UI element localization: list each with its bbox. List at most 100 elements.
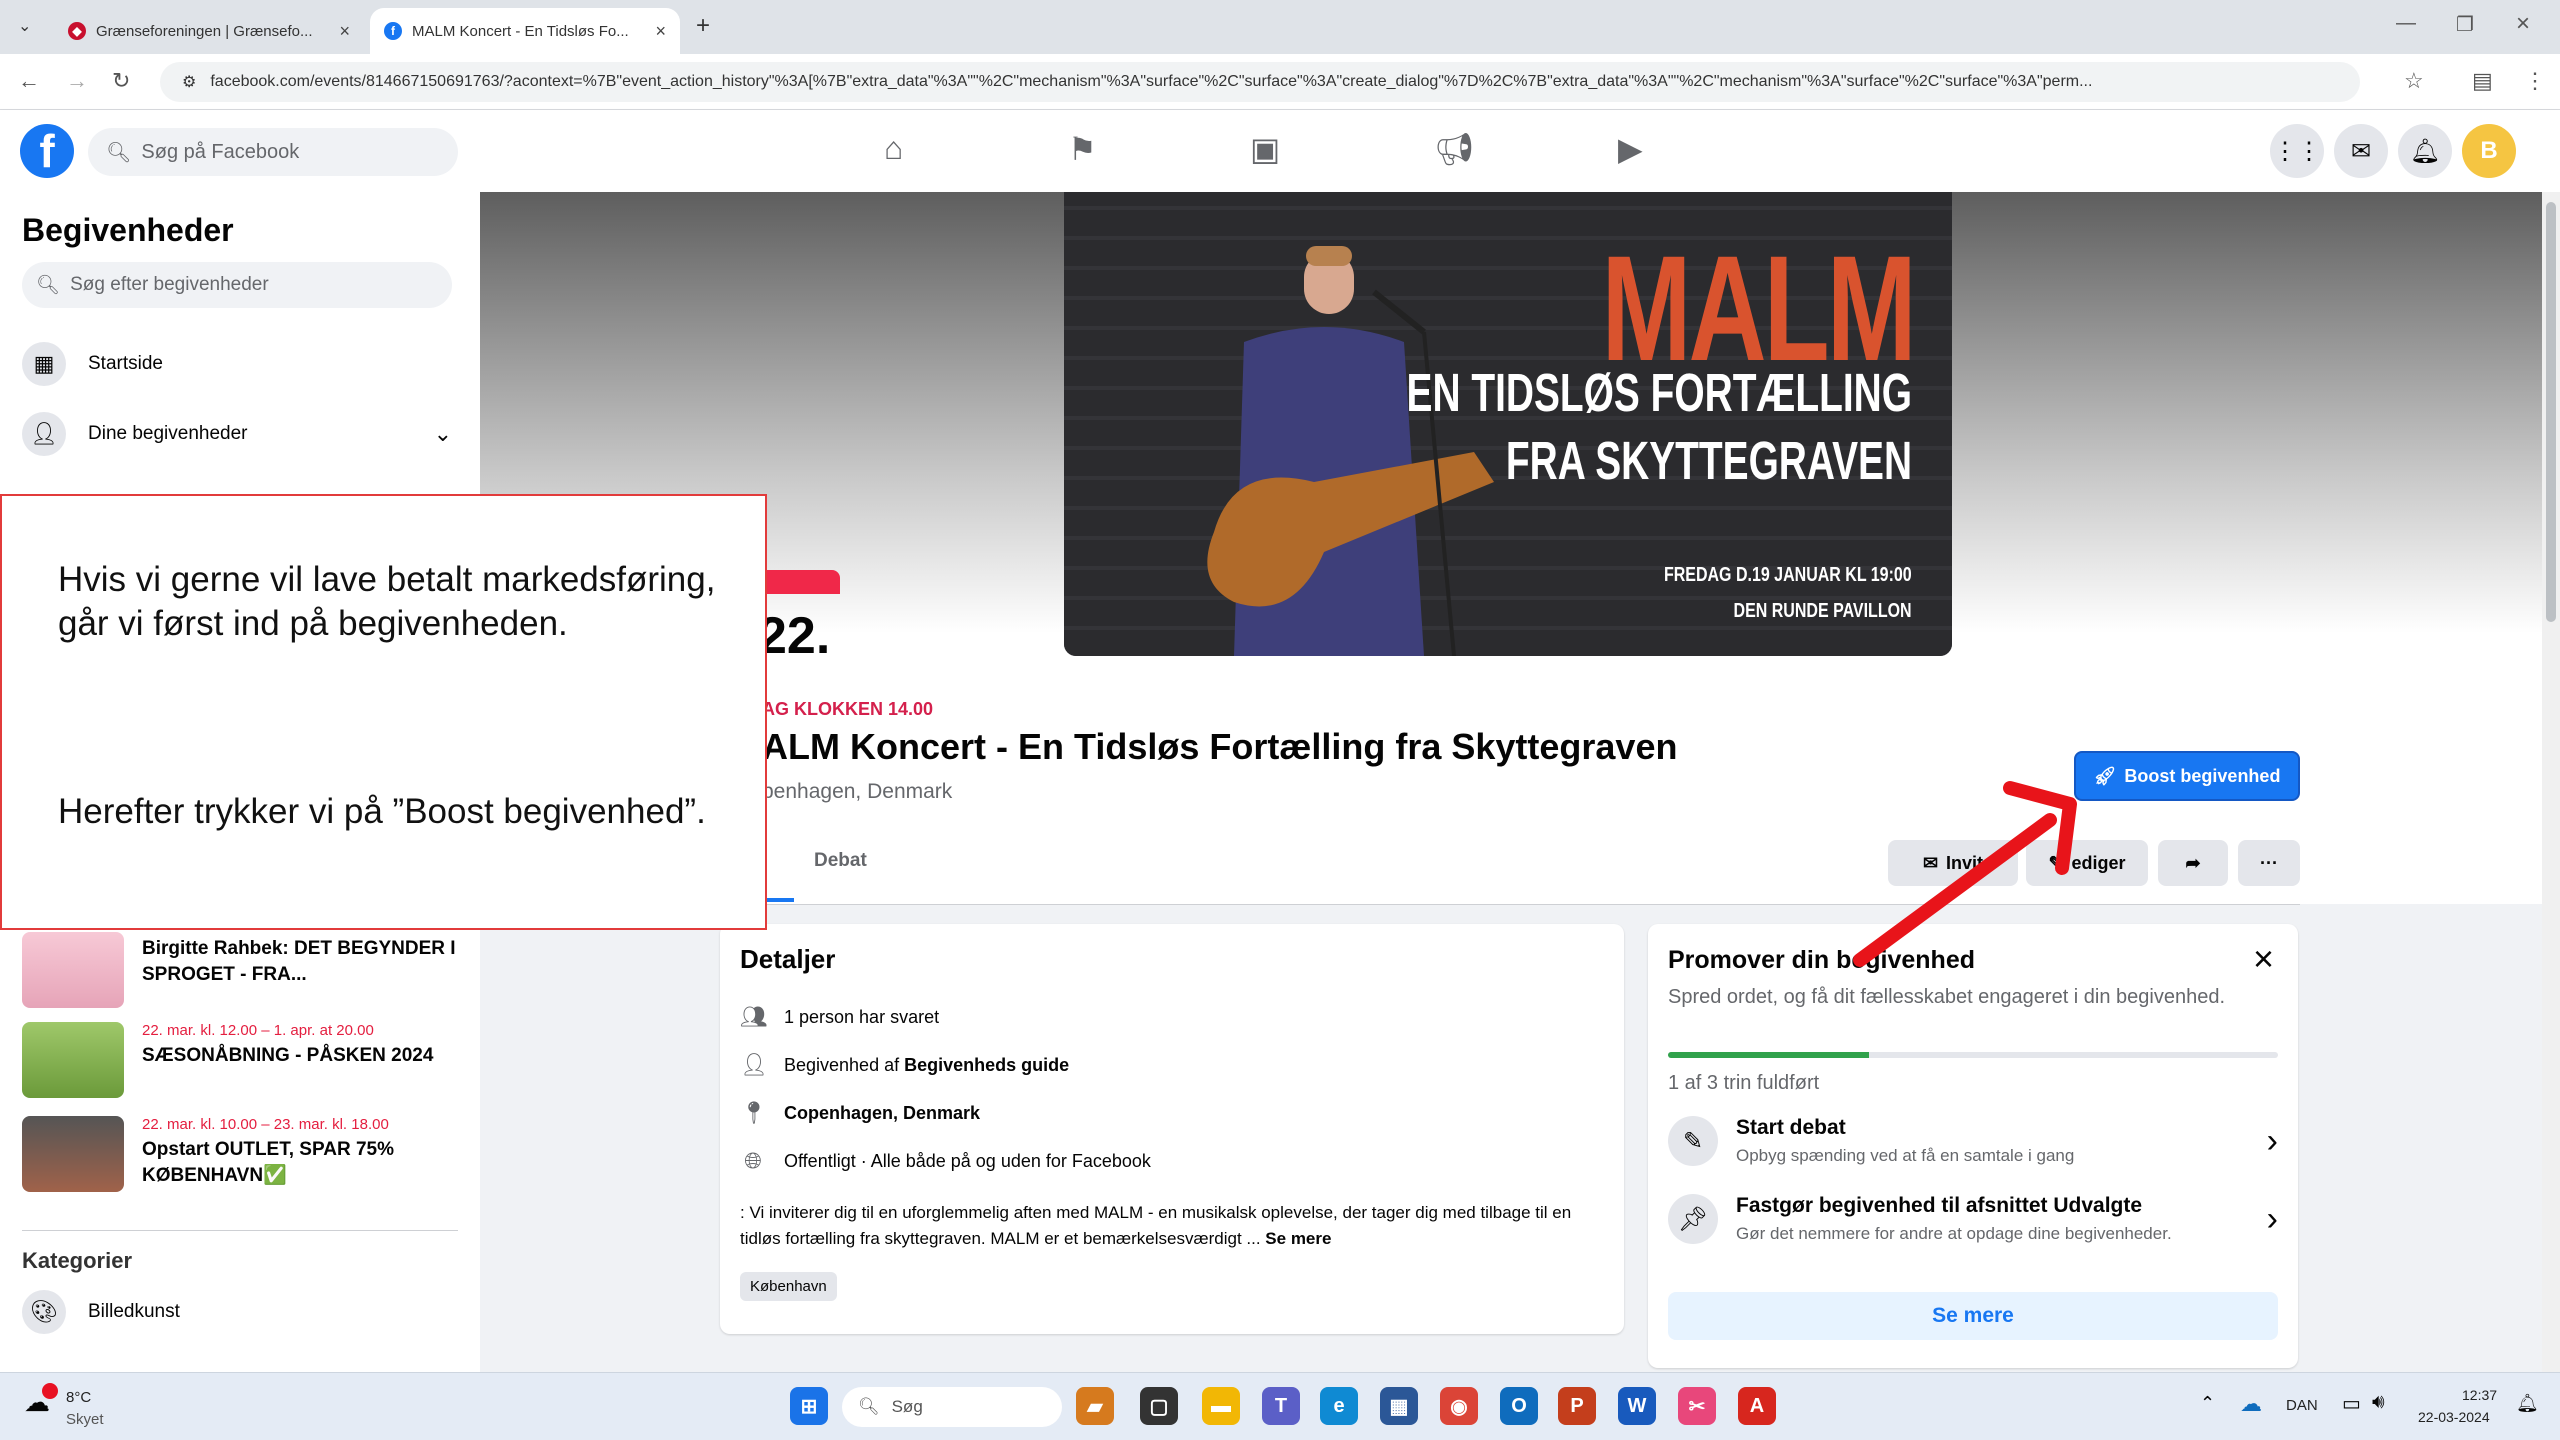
profile-avatar[interactable]: B [2462, 124, 2516, 178]
event-search-input[interactable]: 🔍︎ Søg efter begivenheder [22, 262, 452, 308]
weather-desc: Skyet [66, 1411, 104, 1428]
store-icon[interactable]: ▦ [1380, 1387, 1418, 1425]
cover-line-1: EN TIDSLØS FORTÆLLING [1406, 363, 1912, 423]
boost-label: Boost begivenhed [2124, 765, 2281, 786]
close-tab-icon[interactable]: × [339, 21, 350, 42]
notifications-bell-icon[interactable]: 🔔︎ [2398, 124, 2452, 178]
menu-grid-icon[interactable]: ⋮⋮ [2270, 124, 2324, 178]
windows-taskbar: ☁ 8°C Skyet ⊞ 🔍︎ Søg ▰ ▢ ▬ T e ▦ ◉ O P W… [0, 1372, 2560, 1440]
promote-card: Promover din begivenhed × Spred ordet, o… [1648, 924, 2298, 1368]
row-title: Start debat [1736, 1116, 1846, 1139]
task-view-icon[interactable]: ▢ [1140, 1387, 1178, 1425]
clock-date[interactable]: 22-03-2024 [2418, 1409, 2490, 1425]
acrobat-icon[interactable]: A [1738, 1387, 1776, 1425]
minimize-icon[interactable]: — [2396, 12, 2416, 35]
tray-chevron-up-icon[interactable]: ⌃ [2200, 1393, 2215, 1414]
location-link[interactable]: Copenhagen, Denmark [784, 1103, 980, 1124]
url-field[interactable]: ⚙ facebook.com/events/814667150691763/?a… [160, 62, 2360, 102]
sidebar-event-item[interactable]: 22. mar. kl. 12.00 – 1. apr. at 20.00 SÆ… [22, 1022, 462, 1098]
messenger-icon[interactable]: ✉ [2334, 124, 2388, 178]
windows-start-icon[interactable]: ⊞ [790, 1387, 828, 1425]
video-icon[interactable]: ▶ [1618, 130, 1643, 168]
event-title: ALM Koncert - En Tidsløs Fortælling fra … [762, 726, 1678, 767]
sidebar-event-item[interactable]: 22. mar. kl. 10.00 – 23. mar. kl. 18.00 … [22, 1116, 462, 1192]
address-bar: ← → ↻ ⚙ facebook.com/events/814667150691… [0, 54, 2560, 110]
forward-icon[interactable]: → [66, 68, 88, 94]
sidebar-category-billedkunst[interactable]: 🎨︎ Billedkunst [22, 1284, 180, 1340]
teams-icon[interactable]: T [1262, 1387, 1300, 1425]
file-explorer-icon[interactable]: ▬ [1202, 1387, 1240, 1425]
person-icon: 👤︎ [740, 1052, 768, 1077]
network-icon[interactable]: ▭ [2342, 1391, 2361, 1416]
promote-start-debat[interactable]: ✎ Start debat Opbyg spænding ved at få e… [1668, 1116, 2278, 1167]
tab-title: MALM Koncert - En Tidsløs Fo... [412, 22, 629, 40]
clock-time[interactable]: 12:37 [2462, 1387, 2497, 1403]
restore-icon[interactable]: ❐ [2456, 12, 2474, 37]
instruction-callout: Hvis vi gerne vil lave betalt markedsfør… [0, 494, 767, 930]
category-label: Billedkunst [88, 1301, 180, 1322]
date-badge-top [758, 570, 840, 594]
host-link[interactable]: Begivenheds guide [904, 1055, 1069, 1075]
detail-row-location: 📍︎ Copenhagen, Denmark [740, 1100, 980, 1126]
share-button[interactable]: ➦ [2158, 840, 2228, 886]
search-placeholder: Søg efter begivenheder [70, 274, 269, 295]
site-settings-icon[interactable]: ⚙ [182, 72, 196, 92]
browser-tab-1[interactable]: ◆ Grænseforeningen | Grænsefo... × [54, 8, 364, 54]
share-arrow-icon: ➦ [2185, 852, 2201, 873]
row-desc: Gør det nemmere for andre at opdage dine… [1736, 1224, 2172, 1243]
tab-search-icon[interactable]: ⌄ [18, 16, 31, 36]
taskbar-search[interactable]: 🔍︎ Søg [842, 1387, 1062, 1427]
pages-flag-icon[interactable]: ⚑ [1068, 130, 1097, 168]
chrome-icon[interactable]: ◉ [1440, 1387, 1478, 1425]
onedrive-icon[interactable]: ☁ [2240, 1391, 2262, 1417]
facebook-logo-icon[interactable]: f [20, 124, 74, 178]
ads-megaphone-icon[interactable]: 📢︎ [1434, 130, 1475, 168]
powerpoint-icon[interactable]: P [1558, 1387, 1596, 1425]
marketplace-icon[interactable]: ▣ [1250, 130, 1280, 168]
new-tab-icon[interactable]: + [696, 12, 710, 40]
event-description: : Vi inviterer dig til en uforglemmelig … [740, 1200, 1600, 1252]
sidebar-event-item[interactable]: Birgitte Rahbek: DET BEGYNDER I SPROGET … [22, 932, 462, 1008]
browser-menu-icon[interactable]: ⋮ [2524, 68, 2546, 94]
outlook-icon[interactable]: O [1500, 1387, 1538, 1425]
snipping-tool-icon[interactable]: ✂ [1678, 1387, 1716, 1425]
tab-debat[interactable]: Debat [814, 850, 867, 872]
url-text: facebook.com/events/814667150691763/?aco… [210, 73, 2093, 90]
widgets-icon[interactable]: ▰ [1076, 1387, 1114, 1425]
extensions-icon[interactable]: ▤ [2472, 68, 2493, 94]
close-tab-icon[interactable]: × [655, 21, 666, 42]
edge-icon[interactable]: e [1320, 1387, 1358, 1425]
see-more-link[interactable]: Se mere [1265, 1229, 1331, 1248]
sidebar-item-dine-begivenheder[interactable]: 👤︎ Dine begivenheder ⌄ [22, 406, 452, 462]
facebook-favicon: f [384, 22, 402, 40]
chevron-right-icon: › [2266, 1200, 2278, 1238]
promote-pin-event[interactable]: 📌︎ Fastgør begivenhed til afsnittet Udva… [1668, 1194, 2278, 1245]
reload-icon[interactable]: ↻ [112, 68, 130, 94]
search-icon: 🔍︎ [858, 1397, 880, 1416]
scrollbar-thumb[interactable] [2546, 202, 2556, 622]
volume-icon[interactable]: 🔊︎ [2372, 1391, 2385, 1414]
see-more-button[interactable]: Se mere [1668, 1292, 2278, 1340]
city-chip[interactable]: København [740, 1272, 837, 1301]
event-thumbnail [22, 1116, 124, 1192]
more-options-button[interactable]: ··· [2238, 840, 2300, 886]
back-icon[interactable]: ← [18, 68, 40, 94]
home-icon[interactable]: ⌂ [884, 130, 903, 167]
detail-prefix: Begivenhed af [784, 1054, 905, 1075]
browser-tab-2[interactable]: f MALM Koncert - En Tidsløs Fo... × [370, 8, 680, 54]
page-scrollbar[interactable] [2542, 192, 2560, 1372]
notification-bell-icon[interactable]: 🔔︎ [2516, 1393, 2539, 1414]
sidebar-item-startside[interactable]: ▦ Startside [22, 336, 163, 392]
facebook-search-input[interactable]: 🔍︎ Søg på Facebook [88, 128, 458, 176]
event-date: 22. mar. kl. 10.00 – 23. mar. kl. 18.00 [142, 1116, 389, 1133]
window-close-icon[interactable]: × [2516, 10, 2530, 38]
cover-venue-line: DEN RUNDE PAVILLON [1733, 600, 1912, 622]
language-indicator[interactable]: DAN [2286, 1397, 2318, 1414]
details-card: Detaljer 👥︎ 1 person har svaret 👤︎ Begiv… [720, 924, 1624, 1334]
event-date: 22. mar. kl. 12.00 – 1. apr. at 20.00 [142, 1022, 374, 1039]
cover-line-2: FRA SKYTTEGRAVEN [1505, 431, 1912, 491]
globe-icon: 🌐︎ [744, 1148, 762, 1173]
word-icon[interactable]: W [1618, 1387, 1656, 1425]
bookmark-star-icon[interactable]: ☆ [2404, 68, 2424, 94]
close-icon[interactable]: × [2253, 938, 2274, 980]
